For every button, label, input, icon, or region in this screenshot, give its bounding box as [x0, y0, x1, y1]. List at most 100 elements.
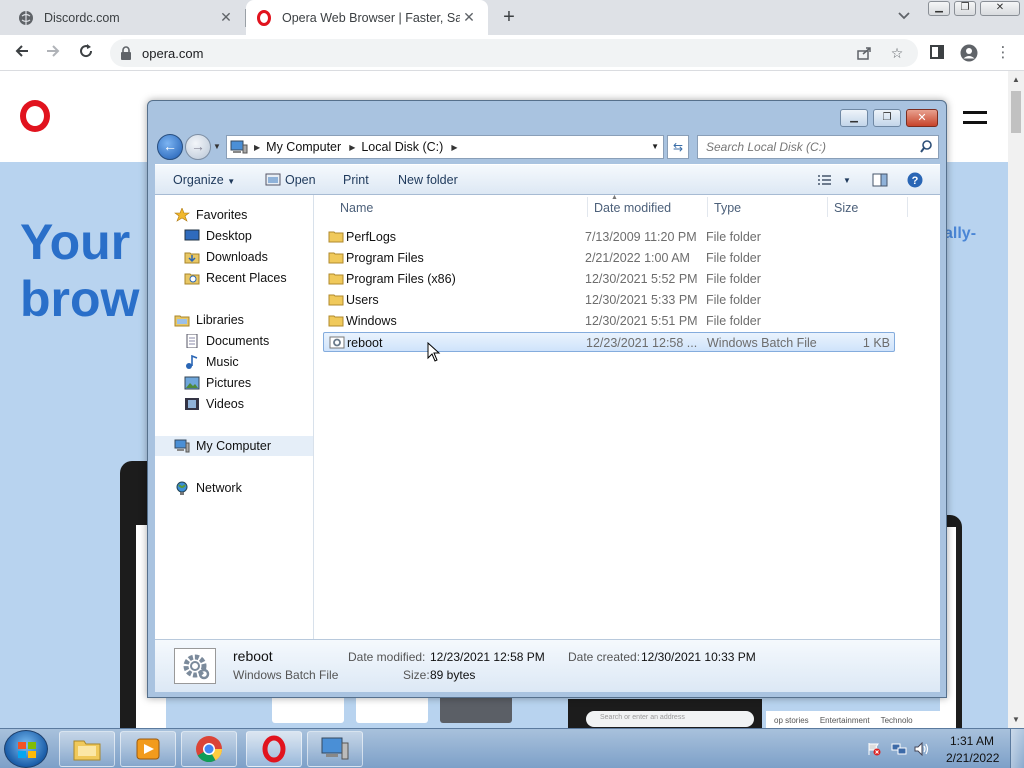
chrome-tab-strip: Discordc.com ✕ Opera Web Browser | Faste… [0, 0, 1024, 35]
nav-downloads[interactable]: Downloads [155, 247, 313, 267]
details-size-value: 89 bytes [430, 668, 476, 682]
address-dropdown-icon[interactable]: ▼ [651, 142, 659, 151]
column-divider[interactable] [587, 197, 588, 217]
scroll-up-icon[interactable]: ▲ [1012, 75, 1020, 84]
back-arrow-icon[interactable] [11, 42, 33, 64]
scroll-down-icon[interactable]: ▼ [1012, 715, 1020, 724]
mockup-news-strip: op stories Entertainment Technolo [766, 711, 946, 728]
close-window-button[interactable]: ✕ [980, 1, 1020, 16]
taskbar-time[interactable]: 1:31 AM [950, 734, 994, 748]
new-folder-button[interactable]: New folder [398, 173, 458, 187]
tab-discordc[interactable]: Discordc.com ✕ [8, 0, 245, 35]
recent-places-icon [184, 271, 200, 285]
desktop-icon [184, 229, 200, 243]
nav-documents[interactable]: Documents [155, 331, 313, 351]
details-size-label: Size: [403, 668, 430, 682]
action-center-flag-icon[interactable] [866, 742, 882, 756]
file-row-selected[interactable]: reboot 12/23/2021 12:58 ... Windows Batc… [323, 332, 895, 352]
file-row[interactable]: Program Files (x86) 12/30/2021 5:52 PM F… [323, 269, 895, 289]
breadcrumb-chevron-icon[interactable]: ▶ [451, 143, 457, 152]
forward-button[interactable]: → [185, 134, 211, 160]
view-dropdown-icon[interactable]: ▼ [843, 176, 851, 185]
taskbar-chrome[interactable] [181, 731, 237, 767]
reload-icon[interactable] [75, 42, 97, 64]
taskbar-opera[interactable] [246, 731, 302, 767]
breadcrumb-local-disk[interactable]: Local Disk (C:) [361, 140, 443, 154]
column-divider[interactable] [827, 197, 828, 217]
menu-dots-icon[interactable]: ⋮ [994, 44, 1012, 62]
libraries-icon [174, 313, 190, 327]
column-date-modified[interactable]: Date modified [594, 201, 671, 215]
breadcrumb-chevron-icon[interactable]: ▶ [349, 143, 355, 152]
star-icon [174, 207, 190, 222]
side-panel-icon[interactable] [928, 44, 946, 62]
windows-taskbar: 1:31 AM 2/21/2022 [0, 728, 1024, 768]
opera-logo[interactable] [20, 100, 50, 132]
explorer-maximize-button[interactable]: ❐ [873, 109, 901, 127]
column-name[interactable]: Name [340, 201, 373, 215]
file-row[interactable]: PerfLogs 7/13/2009 11:20 PM File folder [323, 227, 895, 247]
bookmark-star-icon[interactable]: ☆ [889, 45, 905, 61]
back-button[interactable]: ← [157, 134, 183, 160]
file-row[interactable]: Program Files 2/21/2022 1:00 AM File fol… [323, 248, 895, 268]
nav-music[interactable]: Music [155, 352, 313, 372]
recent-pages-dropdown-icon[interactable]: ▼ [213, 142, 221, 151]
taskbar-my-computer[interactable] [307, 731, 363, 767]
page-scrollbar[interactable]: ▲ ▼ [1008, 71, 1024, 728]
tab-opera[interactable]: Opera Web Browser | Faster, Safe ✕ [246, 0, 488, 35]
forward-arrow-icon[interactable] [42, 42, 64, 64]
file-row[interactable]: Users 12/30/2021 5:33 PM File folder [323, 290, 895, 310]
scroll-thumb[interactable] [1011, 91, 1021, 133]
volume-icon[interactable] [914, 741, 930, 757]
column-type[interactable]: Type [714, 201, 741, 215]
nav-recent-places[interactable]: Recent Places [155, 268, 313, 288]
file-row[interactable]: Windows 12/30/2021 5:51 PM File folder [323, 311, 895, 331]
nav-videos[interactable]: Videos [155, 394, 313, 414]
new-tab-button[interactable]: + [498, 6, 520, 28]
organize-button[interactable]: Organize ▼ [173, 173, 235, 187]
nav-favorites[interactable]: Favorites [155, 205, 313, 225]
column-size[interactable]: Size [834, 201, 858, 215]
minimize-button[interactable]: ▁ [928, 1, 950, 16]
refresh-icon[interactable]: ⇆ [667, 135, 689, 159]
breadcrumb-chevron-icon[interactable]: ▶ [254, 143, 260, 152]
show-desktop-button[interactable] [1010, 729, 1024, 768]
view-options-icon[interactable] [817, 174, 833, 188]
open-button[interactable]: Open [285, 173, 316, 187]
details-modified-value: 12/23/2021 12:58 PM [430, 650, 545, 664]
address-bar[interactable]: opera.com ☆ [110, 39, 918, 67]
restore-button[interactable]: ❐ [954, 1, 976, 16]
share-icon[interactable] [856, 45, 872, 61]
taskbar-file-explorer[interactable] [59, 731, 115, 767]
hamburger-menu-icon[interactable] [963, 111, 987, 131]
print-button[interactable]: Print [343, 173, 369, 187]
start-button[interactable] [4, 730, 48, 768]
nav-desktop[interactable]: Desktop [155, 226, 313, 246]
search-icon[interactable] [920, 140, 932, 153]
hero-heading: Your brow [20, 214, 140, 327]
taskbar-date[interactable]: 2/21/2022 [946, 751, 999, 765]
breadcrumb-my-computer[interactable]: My Computer [266, 140, 341, 154]
chevron-down-icon[interactable] [897, 8, 913, 24]
column-divider[interactable] [707, 197, 708, 217]
profile-avatar-icon[interactable] [960, 44, 978, 62]
details-pane: reboot Windows Batch File Date modified:… [155, 639, 940, 692]
explorer-search-input[interactable]: Search Local Disk (C:) [697, 135, 939, 159]
folder-icon [328, 272, 344, 285]
taskbar-media-player[interactable] [120, 731, 176, 767]
explorer-address-bar[interactable]: ▶ My Computer ▶ Local Disk (C:) ▶ ▼ [226, 135, 664, 159]
close-tab-icon[interactable]: ✕ [217, 9, 235, 26]
explorer-minimize-button[interactable]: ▁ [840, 109, 868, 127]
explorer-close-button[interactable]: ✕ [906, 109, 938, 127]
windows-logo-icon [17, 741, 37, 759]
nav-libraries[interactable]: Libraries [155, 310, 313, 330]
preview-pane-icon[interactable] [872, 173, 888, 187]
tab-title: Opera Web Browser | Faster, Safe [282, 10, 460, 25]
help-icon[interactable]: ? [907, 172, 923, 188]
nav-my-computer[interactable]: My Computer [155, 436, 313, 456]
network-tray-icon[interactable] [891, 742, 907, 756]
nav-network[interactable]: Network [155, 478, 313, 498]
close-tab-icon[interactable]: ✕ [460, 9, 478, 26]
nav-pictures[interactable]: Pictures [155, 373, 313, 393]
column-divider[interactable] [907, 197, 908, 217]
